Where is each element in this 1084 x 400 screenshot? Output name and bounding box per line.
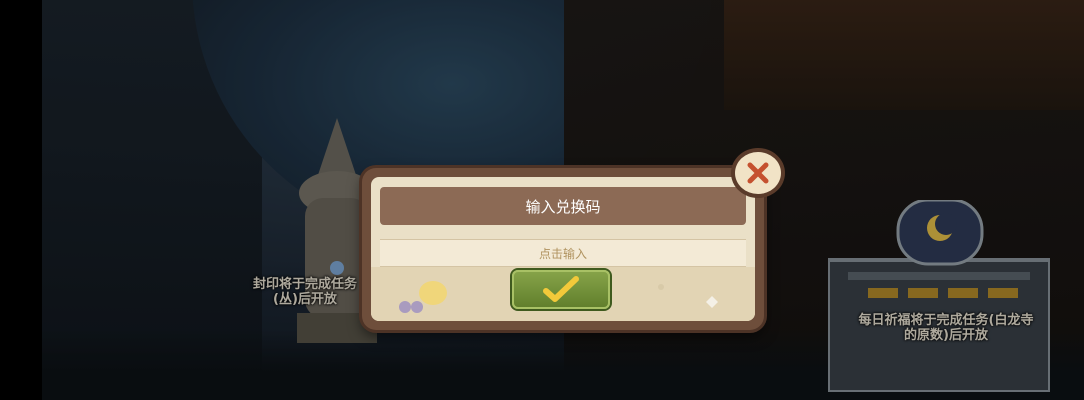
dialog-title: 输入兑换码 — [380, 187, 746, 225]
checkmark-icon — [543, 275, 579, 302]
close-button[interactable] — [735, 152, 781, 194]
confirm-button[interactable] — [512, 270, 610, 309]
close-icon — [747, 162, 769, 184]
redeem-code-input[interactable]: 点击输入 — [380, 239, 746, 267]
